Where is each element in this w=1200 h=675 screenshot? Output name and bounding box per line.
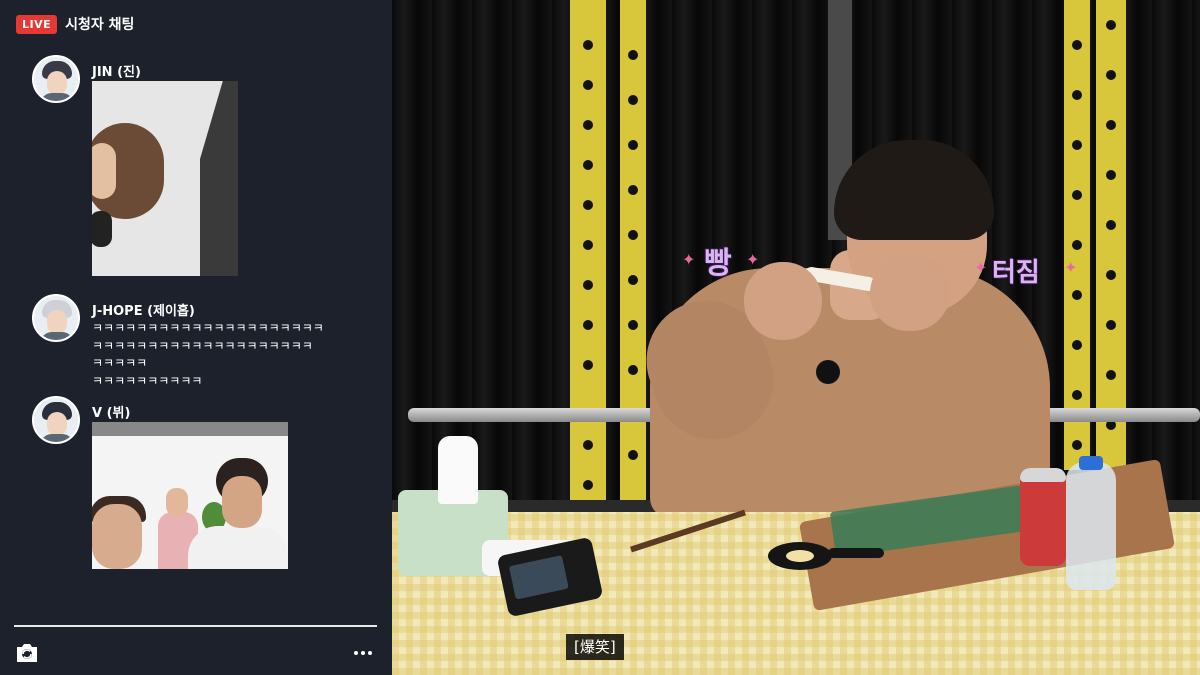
sparkle-icon: ✦ xyxy=(682,250,696,269)
lapel-mic xyxy=(816,360,840,384)
message-line: ㅋㅋㅋㅋㅋ xyxy=(92,356,148,370)
chat-divider xyxy=(14,625,377,627)
video-player[interactable]: ✦ 빵 ✦ ✦ 터짐 ✦ [爆笑] xyxy=(392,0,1200,675)
caption-sticker: 빵 xyxy=(704,246,732,281)
rack-pole xyxy=(620,0,646,510)
caption-sticker: 터짐 xyxy=(992,258,1040,288)
rack-pole xyxy=(570,0,606,510)
sparkle-icon: ✦ xyxy=(1064,258,1078,277)
camera-switch-icon[interactable] xyxy=(14,641,40,665)
sparkle-icon: ✦ xyxy=(746,250,760,269)
water-bottle xyxy=(1066,456,1116,590)
chat-title: 시청자 채팅 xyxy=(65,17,135,33)
soda-can xyxy=(1020,468,1066,566)
message-author: JIN (진) xyxy=(92,65,141,80)
chat-panel: LIVE 시청자 채팅 JIN (진) J-HOPE (제이홉) ㅋㅋㅋㅋㅋㅋㅋ… xyxy=(0,0,392,675)
rack-pole xyxy=(1064,0,1090,470)
frying-pan xyxy=(768,542,832,570)
message-line: ㅋㅋㅋㅋㅋㅋㅋㅋㅋㅋ xyxy=(92,373,203,388)
tissue xyxy=(438,436,478,504)
person-hand xyxy=(870,255,950,331)
message-author: J-HOPE (제이홉) xyxy=(92,304,195,319)
subtitle: [爆笑] xyxy=(566,634,624,660)
frying-pan-handle xyxy=(828,548,884,558)
user-avatar-icon[interactable] xyxy=(32,55,80,103)
message-line: ㅋㅋㅋㅋㅋㅋㅋㅋㅋㅋㅋㅋㅋㅋㅋㅋㅋㅋㅋㅋㅋ xyxy=(92,321,324,335)
live-badge: LIVE xyxy=(16,14,58,34)
person-hand xyxy=(744,262,822,340)
message-author: V (뷔) xyxy=(92,406,131,421)
user-avatar-icon[interactable] xyxy=(32,396,80,444)
message-photo[interactable] xyxy=(92,422,288,569)
message-line: ㅋㅋㅋㅋㅋㅋㅋㅋㅋㅋㅋㅋㅋㅋㅋㅋㅋㅋㅋㅋ xyxy=(92,338,313,353)
message-text: ㅋㅋㅋㅋㅋㅋㅋㅋㅋㅋㅋㅋㅋㅋㅋㅋㅋㅋㅋㅋㅋ ㅋㅋㅋㅋㅋㅋㅋㅋㅋㅋㅋㅋㅋㅋㅋㅋㅋㅋ… xyxy=(92,320,324,390)
chat-header: LIVE 시청자 채팅 xyxy=(16,13,134,35)
user-avatar-icon[interactable] xyxy=(32,294,80,342)
sparkle-icon: ✦ xyxy=(974,258,988,277)
rack-pole xyxy=(1096,0,1126,470)
more-dots-icon[interactable] xyxy=(354,646,376,660)
message-photo[interactable] xyxy=(92,81,238,276)
